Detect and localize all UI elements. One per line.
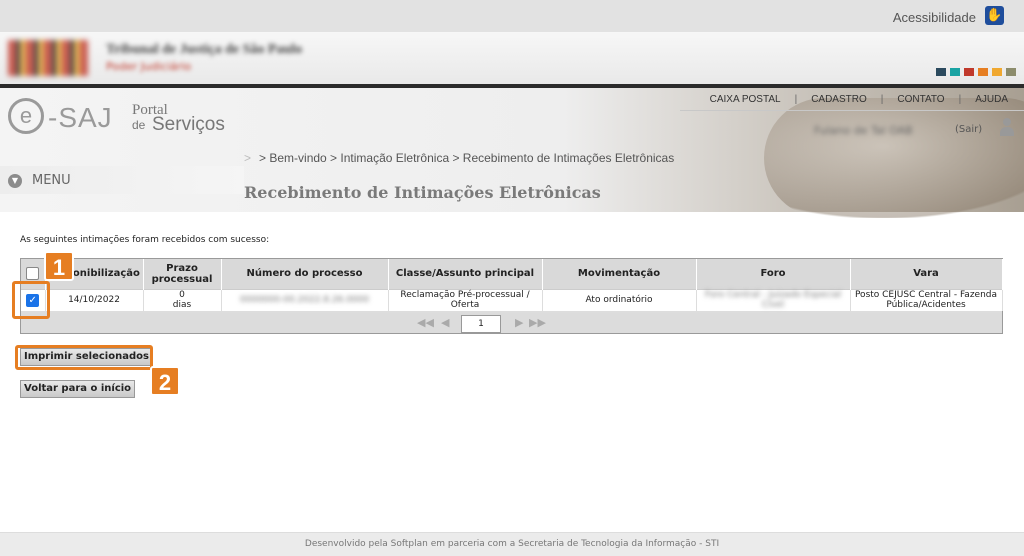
theme-swatch-2[interactable]	[964, 68, 974, 76]
annotation-badge-2: 2	[150, 366, 180, 396]
cell-classe: Reclamação Pré-processual / Oferta	[388, 288, 543, 311]
prev-page-icon[interactable]: ◀	[441, 317, 449, 329]
esaj-wordmark: -SAJ	[48, 102, 113, 133]
cell-date: 14/10/2022	[45, 288, 144, 311]
column-header[interactable]: Movimentação	[542, 259, 697, 289]
nav-separator: |	[958, 94, 962, 105]
theme-swatch-1[interactable]	[950, 68, 960, 76]
esaj-de-text: de	[132, 118, 146, 132]
annotation-badge-1: 1	[44, 251, 74, 281]
nav-caixa-postal[interactable]: CAIXA POSTAL	[710, 94, 781, 105]
nav-contato[interactable]: CONTATO	[897, 94, 944, 105]
breadcrumb-arrow: >	[244, 151, 252, 165]
theme-swatches	[936, 68, 1016, 76]
chevron-down-icon: ▼	[8, 173, 22, 188]
theme-swatch-3[interactable]	[978, 68, 988, 76]
user-icon[interactable]	[1000, 118, 1014, 136]
nav-separator: |	[880, 94, 884, 105]
accessibility-bar: Acessibilidade ✋	[0, 0, 1024, 32]
esaj-servicos-text: Serviços	[152, 114, 225, 135]
next-page-icon[interactable]: ▶	[515, 317, 523, 329]
gavel-background	[764, 98, 1024, 218]
nav-ajuda[interactable]: AJUDA	[975, 94, 1008, 105]
cell-prazo: 0 dias	[143, 288, 222, 311]
pagination: ◀◀ ◀ 1 ▶ ▶▶	[21, 313, 1002, 333]
sign-language-icon[interactable]: ✋	[985, 6, 1004, 25]
tribunal-logo	[8, 40, 88, 76]
column-header[interactable]: Foro	[696, 259, 851, 289]
tribunal-subtitle: Poder Judiciário	[106, 60, 192, 73]
logout-link[interactable]: (Sair)	[955, 124, 982, 135]
select-all-checkbox[interactable]	[26, 267, 40, 281]
annotation-highlight-1	[12, 281, 50, 319]
accessibility-label[interactable]: Acessibilidade	[893, 10, 976, 25]
theme-swatch-4[interactable]	[992, 68, 1002, 76]
nav-cadastro[interactable]: CADASTRO	[811, 94, 867, 105]
page-number-input[interactable]: 1	[461, 315, 501, 333]
column-header[interactable]: Número do processo	[221, 259, 389, 289]
first-page-icon[interactable]: ◀◀	[417, 317, 434, 329]
top-navigation: CAIXA POSTAL | CADASTRO | CONTATO | AJUD…	[710, 94, 1008, 105]
last-page-icon[interactable]: ▶▶	[529, 317, 546, 329]
theme-swatch-0[interactable]	[936, 68, 946, 76]
breadcrumb-path[interactable]: > Bem-vindo > Intimação Eletrônica > Rec…	[259, 151, 674, 165]
cell-movimentacao: Ato ordinatório	[542, 288, 697, 311]
numero-processo[interactable]: 0000000-00.2022.8.26.0000	[240, 295, 369, 305]
column-header[interactable]: Classe/Assunto principal	[388, 259, 543, 289]
table-row: ✓ 14/10/2022 0 dias 0000000-00.2022.8.26…	[21, 288, 1003, 311]
theme-swatch-5[interactable]	[1006, 68, 1016, 76]
cell-vara: Posto CEJUSC Central - Fazenda Pública/A…	[850, 288, 1003, 311]
page-title: Recebimento de Intimações Eletrônicas	[244, 183, 601, 202]
menu-label: MENU	[32, 173, 71, 188]
column-header[interactable]: Prazo processual	[143, 259, 222, 289]
back-to-start-button[interactable]: Voltar para o início	[20, 380, 136, 398]
column-header[interactable]: Vara	[850, 259, 1003, 289]
tribunal-title: Tribunal de Justiça de São Paulo	[106, 42, 303, 57]
success-message: As seguintes intimações foram recebidos …	[20, 235, 270, 245]
table-header-row: Disponibilização Prazo processual Número…	[21, 259, 1003, 289]
footer: Desenvolvido pela Softplan em parceria c…	[0, 532, 1024, 556]
cell-foro: Foro Central - Juizado Especial Cível	[696, 288, 851, 311]
menu-button[interactable]: ▼ MENU	[8, 173, 71, 188]
tribunal-header: Tribunal de Justiça de São Paulo Poder J…	[0, 32, 1024, 84]
intimacoes-table: Disponibilização Prazo processual Número…	[20, 258, 1003, 334]
annotation-highlight-2	[15, 345, 153, 370]
user-name: Fulano de Tal OAB	[814, 124, 913, 137]
breadcrumb: > > Bem-vindo > Intimação Eletrônica > Re…	[244, 151, 674, 165]
cell-numero[interactable]: 0000000-00.2022.8.26.0000	[221, 288, 389, 311]
esaj-e-mark: e	[8, 98, 44, 134]
foro-value: Foro Central - Juizado Especial Cível	[704, 290, 842, 311]
nav-underline	[680, 110, 1024, 111]
nav-separator: |	[794, 94, 798, 105]
